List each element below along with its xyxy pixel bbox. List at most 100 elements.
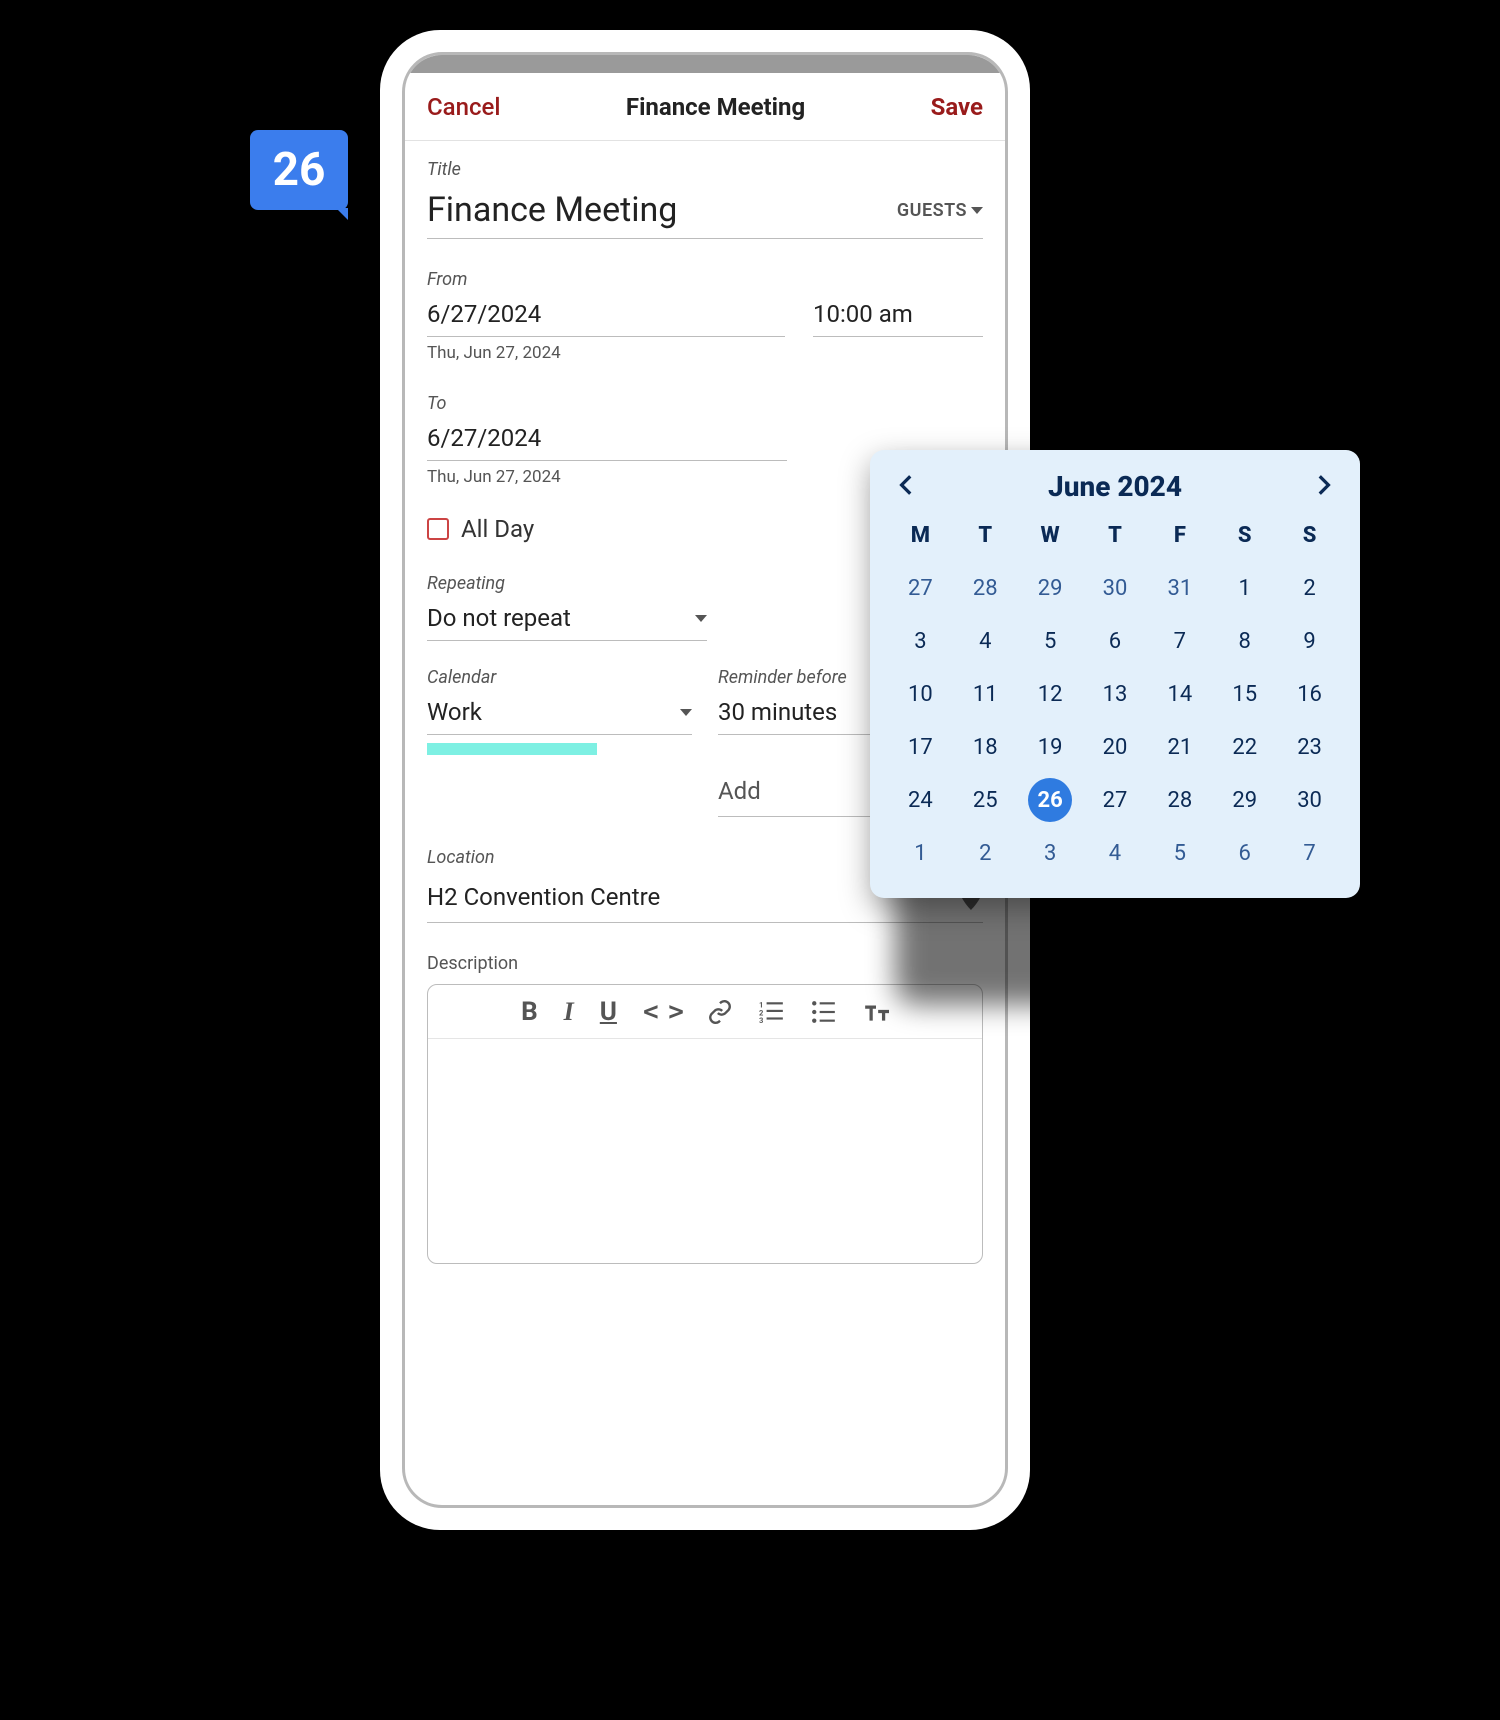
- datepicker-day[interactable]: 24: [888, 778, 953, 823]
- datepicker-dow: W: [1018, 513, 1083, 558]
- datepicker-day[interactable]: 21: [1147, 725, 1212, 770]
- description-editor[interactable]: B I U < > 123: [427, 984, 983, 1264]
- datepicker-day[interactable]: 5: [1147, 831, 1212, 876]
- to-date-input[interactable]: 6/27/2024: [427, 418, 787, 461]
- from-label: From: [427, 269, 785, 290]
- datepicker-day[interactable]: 8: [1212, 619, 1277, 664]
- datepicker-dow: M: [888, 513, 953, 558]
- status-bar: [405, 55, 1005, 73]
- datepicker-day[interactable]: 4: [1083, 831, 1148, 876]
- datepicker-day[interactable]: 29: [1018, 566, 1083, 611]
- repeating-label: Repeating: [427, 573, 707, 594]
- unordered-list-button[interactable]: [811, 999, 837, 1025]
- caret-down-icon: [695, 615, 707, 622]
- datepicker-month-title: June 2024: [1048, 470, 1182, 503]
- caret-down-icon: [680, 709, 692, 716]
- date-picker: June 2024 MTWTFSS27282930311234567891011…: [870, 450, 1360, 898]
- from-date-input[interactable]: 6/27/2024: [427, 294, 785, 337]
- ordered-list-button[interactable]: 123: [759, 999, 785, 1025]
- title-field-row: Finance Meeting GUESTS: [427, 184, 983, 239]
- datepicker-day[interactable]: 2: [1277, 566, 1342, 611]
- datepicker-day[interactable]: 15: [1212, 672, 1277, 717]
- datepicker-day[interactable]: 30: [1277, 778, 1342, 823]
- caret-down-icon: [971, 207, 983, 214]
- text-size-button[interactable]: [863, 999, 889, 1025]
- datepicker-day[interactable]: 25: [953, 778, 1018, 823]
- location-input[interactable]: H2 Convention Centre: [427, 883, 660, 911]
- cancel-button[interactable]: Cancel: [427, 93, 500, 121]
- datepicker-day[interactable]: 14: [1147, 672, 1212, 717]
- datepicker-day[interactable]: 6: [1083, 619, 1148, 664]
- datepicker-day[interactable]: 27: [888, 566, 953, 611]
- datepicker-day[interactable]: 19: [1018, 725, 1083, 770]
- all-day-checkbox[interactable]: [427, 518, 449, 540]
- datepicker-day[interactable]: 23: [1277, 725, 1342, 770]
- datepicker-day[interactable]: 27: [1083, 778, 1148, 823]
- datepicker-dow: T: [953, 513, 1018, 558]
- datepicker-day[interactable]: 28: [1147, 778, 1212, 823]
- datepicker-day[interactable]: 7: [1147, 619, 1212, 664]
- datepicker-day[interactable]: 13: [1083, 672, 1148, 717]
- datepicker-day[interactable]: 31: [1147, 566, 1212, 611]
- link-button[interactable]: [707, 999, 733, 1025]
- italic-button[interactable]: I: [564, 997, 574, 1027]
- page-title: Finance Meeting: [626, 93, 805, 121]
- prev-month-button[interactable]: [894, 472, 920, 502]
- next-month-button[interactable]: [1310, 472, 1336, 502]
- datepicker-day[interactable]: 22: [1212, 725, 1277, 770]
- guests-label: GUESTS: [897, 200, 967, 221]
- datepicker-day[interactable]: 6: [1212, 831, 1277, 876]
- datepicker-day[interactable]: 28: [953, 566, 1018, 611]
- datepicker-day[interactable]: 18: [953, 725, 1018, 770]
- svg-text:3: 3: [759, 1015, 763, 1024]
- datepicker-day[interactable]: 3: [888, 619, 953, 664]
- chevron-right-icon: [1310, 472, 1336, 498]
- datepicker-day[interactable]: 12: [1018, 672, 1083, 717]
- datepicker-day[interactable]: 30: [1083, 566, 1148, 611]
- title-label: Title: [427, 159, 983, 180]
- reminder-value: 30 minutes: [718, 698, 837, 726]
- badge-number: 26: [273, 143, 326, 197]
- datepicker-dow: S: [1212, 513, 1277, 558]
- from-time-input[interactable]: 10:00 am: [813, 294, 983, 337]
- calendar-value: Work: [427, 698, 482, 726]
- spacer: [813, 269, 983, 290]
- calendar-day-badge: 26: [250, 130, 348, 210]
- datepicker-day[interactable]: 9: [1277, 619, 1342, 664]
- calendar-color-swatch: [427, 743, 597, 755]
- title-input[interactable]: Finance Meeting: [427, 190, 897, 230]
- datepicker-dow: F: [1147, 513, 1212, 558]
- code-button[interactable]: < >: [643, 997, 681, 1027]
- datepicker-day[interactable]: 3: [1018, 831, 1083, 876]
- datepicker-day[interactable]: 7: [1277, 831, 1342, 876]
- bold-button[interactable]: B: [521, 997, 538, 1027]
- datepicker-day[interactable]: 1: [1212, 566, 1277, 611]
- datepicker-day[interactable]: 2: [953, 831, 1018, 876]
- save-button[interactable]: Save: [931, 93, 983, 121]
- datepicker-day[interactable]: 20: [1083, 725, 1148, 770]
- underline-button[interactable]: U: [600, 997, 617, 1027]
- datepicker-day[interactable]: 10: [888, 672, 953, 717]
- repeating-select[interactable]: Do not repeat: [427, 598, 707, 641]
- all-day-label: All Day: [461, 515, 534, 543]
- datepicker-dow: S: [1277, 513, 1342, 558]
- datepicker-day[interactable]: 11: [953, 672, 1018, 717]
- chevron-left-icon: [894, 472, 920, 498]
- repeating-value: Do not repeat: [427, 604, 571, 632]
- calendar-select[interactable]: Work: [427, 692, 692, 735]
- datepicker-day[interactable]: 4: [953, 619, 1018, 664]
- datepicker-grid: MTWTFSS272829303112345678910111213141516…: [888, 513, 1342, 876]
- from-date-subtext: Thu, Jun 27, 2024: [427, 343, 785, 363]
- datepicker-day[interactable]: 26: [1028, 778, 1072, 822]
- datepicker-day[interactable]: 16: [1277, 672, 1342, 717]
- datepicker-day[interactable]: 17: [888, 725, 953, 770]
- datepicker-day[interactable]: 1: [888, 831, 953, 876]
- guests-button[interactable]: GUESTS: [897, 200, 983, 221]
- to-label: To: [427, 393, 983, 414]
- datepicker-dow: T: [1083, 513, 1148, 558]
- datepicker-day[interactable]: 29: [1212, 778, 1277, 823]
- calendar-label: Calendar: [427, 667, 692, 688]
- app-bar: Cancel Finance Meeting Save: [405, 73, 1005, 141]
- add-label: Add: [718, 777, 761, 805]
- datepicker-day[interactable]: 5: [1018, 619, 1083, 664]
